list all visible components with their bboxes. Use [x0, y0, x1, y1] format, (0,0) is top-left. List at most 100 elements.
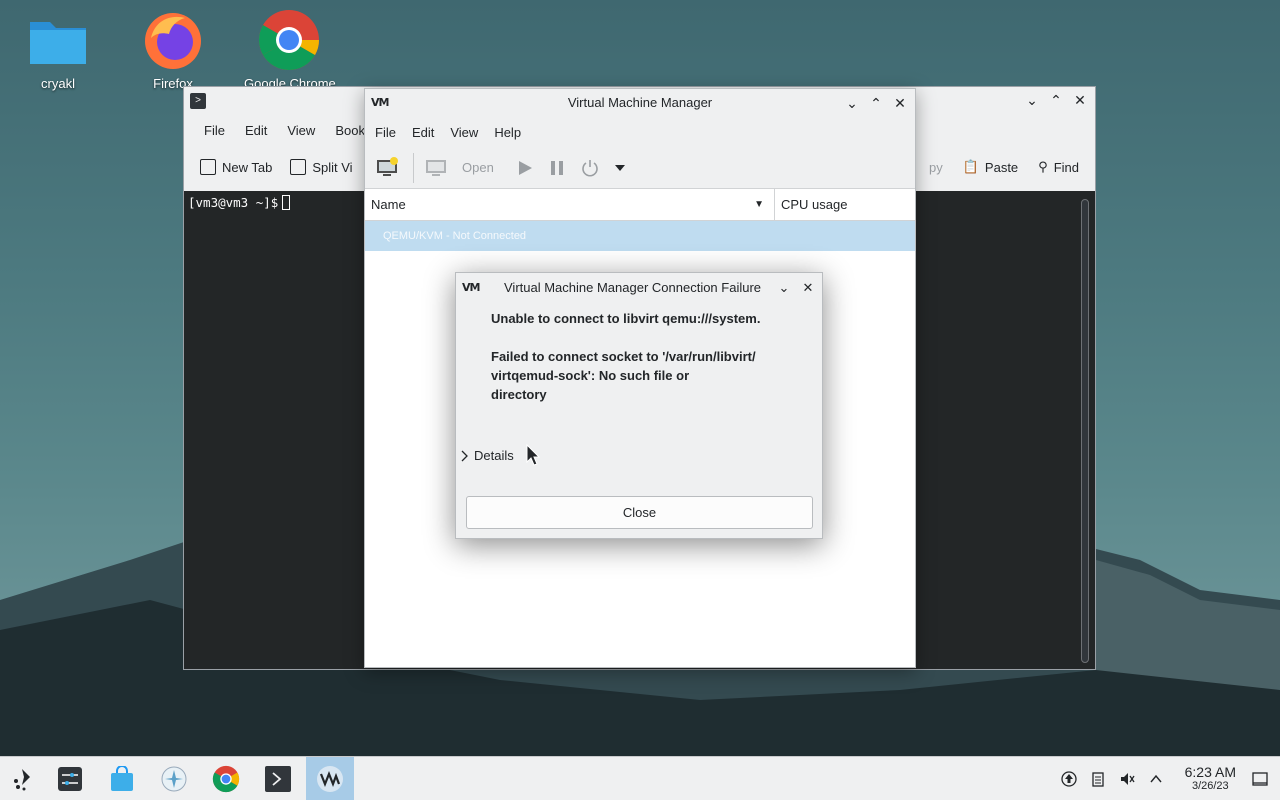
play-icon [518, 160, 532, 175]
clock-date: 3/26/23 [1191, 780, 1229, 792]
column-cpu-label: CPU usage [781, 197, 848, 212]
minimize-icon[interactable]: ⌄ [843, 94, 861, 112]
update-icon[interactable] [1060, 771, 1077, 787]
menu-edit[interactable]: Edit [235, 123, 277, 138]
vmm-menubar: File Edit View Help [365, 117, 915, 147]
settings-sliders-icon [58, 767, 82, 791]
chevron-up-icon[interactable] [1148, 771, 1164, 787]
maximize-icon[interactable]: ⌃ [1047, 91, 1065, 109]
pause-button[interactable] [548, 159, 566, 177]
terminal-scrollbar[interactable] [1081, 199, 1089, 663]
error-detail-line: directory [491, 387, 547, 402]
error-summary: Unable to connect to libvirt qemu:///sys… [491, 311, 761, 326]
launcher-icon [14, 769, 30, 791]
run-button[interactable] [516, 159, 534, 177]
connection-row-label: QEMU/KVM - Not Connected [383, 230, 527, 242]
paste-icon: 📋 [962, 159, 979, 174]
split-view-icon [290, 159, 307, 175]
open-button[interactable]: Open [424, 156, 494, 180]
sort-down-icon: ▼ [754, 199, 764, 210]
close-icon[interactable]: ✕ [1071, 91, 1089, 109]
terminal-icon [265, 766, 291, 792]
vmm-logo-icon: VM [462, 281, 480, 294]
mouse-cursor-icon [526, 444, 540, 466]
chrome-icon [257, 8, 321, 72]
system-tray: 6:23 AM 3/26/23 [1060, 757, 1280, 800]
new-tab-icon [200, 159, 216, 175]
error-message: Unable to connect to libvirt qemu:///sys… [491, 309, 811, 404]
find-button[interactable]: ⚲ Find [1038, 159, 1079, 175]
maximize-icon[interactable]: ⌃ [867, 94, 885, 112]
firefox-icon [141, 8, 205, 72]
chevron-right-icon [461, 450, 468, 461]
taskbar-discover[interactable] [98, 757, 146, 800]
terminal-cursor [282, 195, 291, 210]
close-button[interactable]: Close [466, 496, 813, 529]
new-vm-button[interactable] [375, 156, 399, 180]
pause-icon [550, 160, 563, 175]
vmm-toolbar: Open [365, 147, 915, 189]
paste-label: Paste [984, 159, 1019, 175]
new-tab-label: New Tab [222, 159, 273, 175]
column-cpu-usage[interactable]: CPU usage [775, 189, 847, 220]
close-icon[interactable]: ✕ [891, 94, 909, 112]
find-label: Find [1053, 159, 1079, 175]
power-icon [582, 159, 598, 176]
clock[interactable]: 6:23 AM 3/26/23 [1185, 765, 1236, 793]
shutdown-button[interactable] [580, 158, 600, 178]
volume-muted-icon[interactable] [1119, 771, 1135, 787]
connection-row[interactable]: QEMU/KVM - Not Connected [365, 221, 915, 251]
minimize-icon[interactable]: ⌄ [1023, 91, 1041, 109]
details-expander[interactable]: Details [460, 448, 514, 463]
app-icon [161, 766, 187, 792]
dialog-title: Virtual Machine Manager Connection Failu… [504, 280, 762, 295]
terminal-icon: > [190, 93, 206, 109]
vm-list-header: Name ▼ CPU usage [365, 189, 915, 221]
error-detail-line: Failed to connect socket to '/var/run/li… [491, 349, 756, 364]
menu-help[interactable]: Help [488, 125, 527, 140]
clipboard-icon[interactable] [1090, 771, 1106, 787]
paste-button[interactable]: 📋 Paste [963, 159, 1018, 175]
column-name-label: Name [371, 197, 406, 212]
monitor-icon [426, 159, 446, 176]
desktop-icon-label: cryakl [41, 76, 75, 91]
caret-down-icon [614, 164, 625, 171]
taskbar-terminal[interactable] [254, 757, 302, 800]
taskbar-app[interactable] [150, 757, 198, 800]
menu-view[interactable]: View [444, 125, 484, 140]
new-tab-button[interactable]: New Tab [200, 159, 272, 175]
application-launcher[interactable] [0, 757, 48, 800]
vmm-titlebar[interactable]: VM Virtual Machine Manager ⌄ ⌃ ✕ [365, 89, 915, 117]
column-name[interactable]: Name ▼ [365, 189, 775, 220]
vmm-title: Virtual Machine Manager [567, 95, 713, 110]
dialog-titlebar[interactable]: VM Virtual Machine Manager Connection Fa… [456, 273, 822, 302]
desktop-icon-cryakl[interactable]: cryakl [13, 8, 103, 91]
error-detail-line: virtqemud-sock': No such file or [491, 368, 690, 383]
shutdown-menu-button[interactable] [614, 162, 626, 174]
taskbar: 6:23 AM 3/26/23 [0, 756, 1280, 800]
show-desktop-icon[interactable] [1252, 771, 1268, 787]
chrome-icon [212, 765, 240, 793]
menu-file[interactable]: File [369, 125, 402, 140]
new-vm-icon [377, 156, 398, 176]
close-icon[interactable]: ✕ [800, 273, 816, 302]
split-view-label: Split Vi [312, 159, 353, 175]
taskbar-system-settings[interactable] [46, 757, 94, 800]
desktop-icon-firefox[interactable]: Firefox [128, 8, 218, 91]
details-label: Details [474, 448, 514, 463]
minimize-icon[interactable]: ⌄ [776, 273, 792, 302]
toolbar-separator [413, 152, 414, 183]
menu-edit[interactable]: Edit [406, 125, 440, 140]
menu-file[interactable]: File [194, 123, 235, 138]
clock-time: 6:23 AM [1184, 764, 1236, 780]
connection-failure-dialog[interactable]: VM Virtual Machine Manager Connection Fa… [455, 272, 823, 539]
menu-view[interactable]: View [277, 123, 325, 138]
store-bag-icon [111, 766, 133, 791]
taskbar-chrome[interactable] [202, 757, 250, 800]
vmm-logo-icon [317, 766, 343, 792]
desktop-icon-chrome[interactable]: Google Chrome [244, 8, 336, 91]
folder-icon [26, 8, 90, 72]
taskbar-virt-manager[interactable] [306, 757, 354, 800]
copy-button[interactable]: py [929, 160, 943, 175]
split-view-button[interactable]: Split Vi [290, 159, 353, 175]
